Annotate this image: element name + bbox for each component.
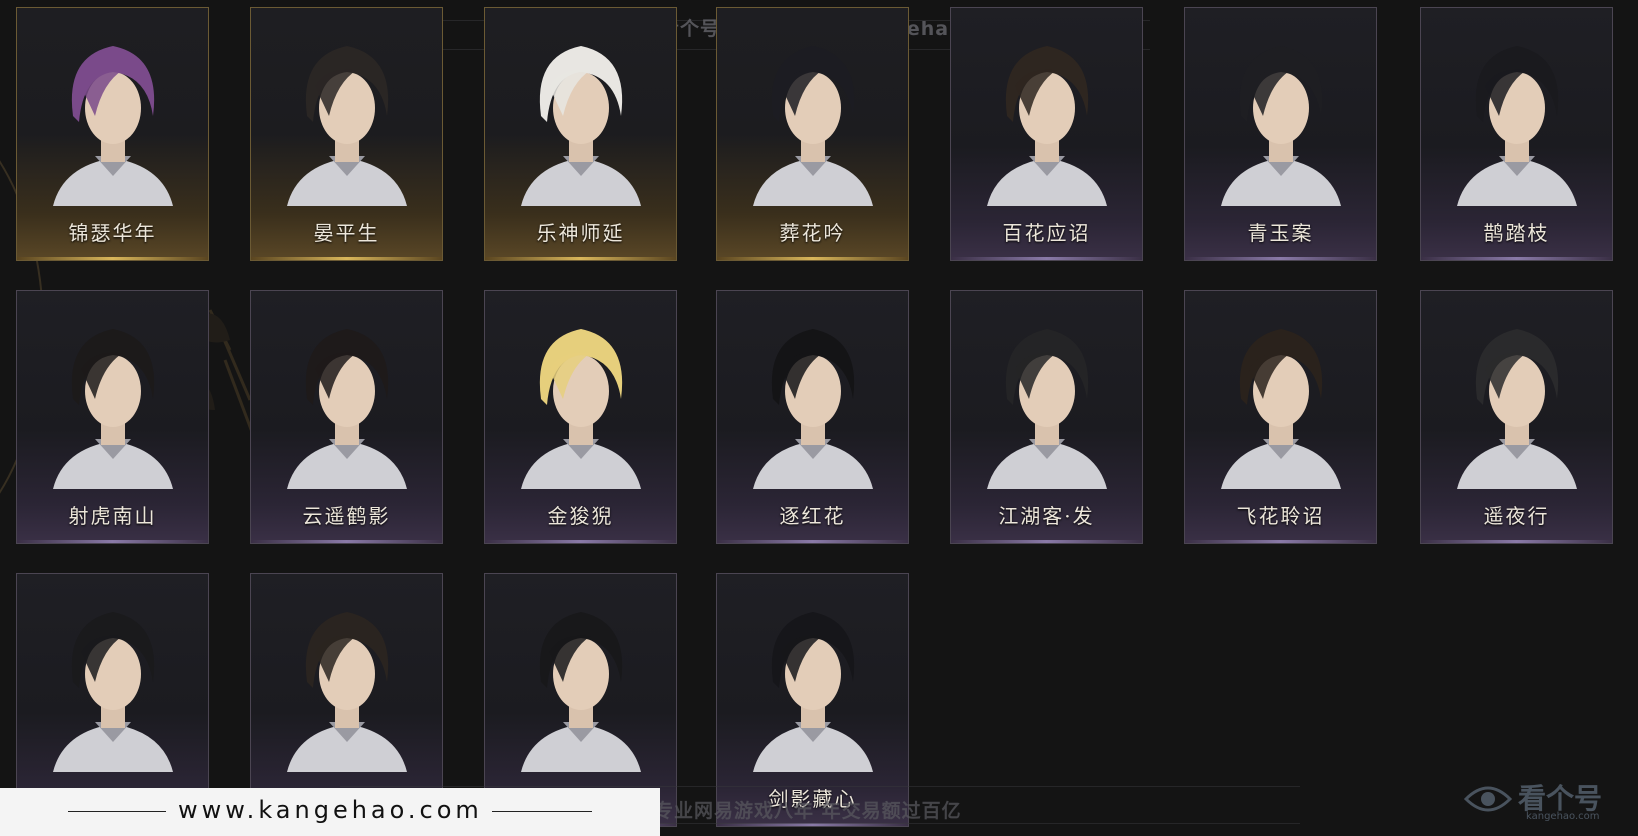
hairstyle-card[interactable]: 青玉案 — [1184, 7, 1377, 261]
hairstyle-name: 百花应诏 — [1002, 221, 1091, 245]
hairstyle-name: 金狻猊 — [547, 504, 614, 528]
hairstyle-card[interactable]: 遥夜行 — [1420, 290, 1613, 544]
divider — [492, 811, 592, 812]
hairstyle-name: 云遥鹤影 — [302, 504, 391, 528]
rarity-bar — [17, 257, 208, 260]
hairstyle-name: 逐红花 — [779, 504, 846, 528]
brand-domain: kangehao.com — [1526, 811, 1600, 822]
rarity-bar — [485, 540, 676, 543]
hairstyle-card[interactable]: 晏平生 — [250, 7, 443, 261]
character-portrait — [521, 329, 641, 489]
rarity-bar — [251, 257, 442, 260]
footer-banner: www.kangehao.com — [0, 788, 660, 836]
character-portrait — [753, 612, 873, 772]
hairstyle-card[interactable]: 飞花聆诏 — [1184, 290, 1377, 544]
character-portrait — [53, 329, 173, 489]
character-portrait — [1221, 46, 1341, 206]
hairstyle-grid: 锦瑟华年 晏平生 乐神师延 葬花吟 百花应诏 青玉案 鹊踏枝射虎南山 云遥鹤影 金狻猊 逐红花 江湖… — [0, 0, 1638, 836]
hairstyle-card[interactable]: 逐红花 — [716, 290, 909, 544]
hairstyle-card[interactable]: 百花应诏 — [950, 7, 1143, 261]
hairstyle-card[interactable]: 江湖客·发 — [950, 290, 1143, 544]
character-portrait — [521, 612, 641, 772]
character-portrait — [521, 46, 641, 206]
character-portrait — [287, 46, 407, 206]
hairstyle-card[interactable]: 葬花吟 — [716, 7, 909, 261]
hairstyle-name: 乐神师延 — [536, 221, 625, 245]
character-portrait — [287, 329, 407, 489]
character-portrait — [1221, 329, 1341, 489]
hairstyle-card[interactable]: 射虎南山 — [16, 290, 209, 544]
character-portrait — [1457, 329, 1577, 489]
hairstyle-card[interactable]: 锦瑟华年 — [16, 7, 209, 261]
hairstyle-name: 遥夜行 — [1483, 504, 1550, 528]
rarity-bar — [1185, 540, 1376, 543]
rarity-bar — [485, 257, 676, 260]
hairstyle-card[interactable]: 鹊踏枝 — [1420, 7, 1613, 261]
hairstyle-name: 江湖客·发 — [998, 504, 1095, 528]
rarity-bar — [1421, 257, 1612, 260]
hairstyle-name: 锦瑟华年 — [68, 221, 157, 245]
character-portrait — [987, 329, 1107, 489]
rarity-bar — [951, 540, 1142, 543]
hairstyle-name: 射虎南山 — [68, 504, 157, 528]
rarity-bar — [1421, 540, 1612, 543]
hairstyle-name: 青玉案 — [1247, 221, 1314, 245]
footer-url[interactable]: www.kangehao.com — [178, 796, 483, 824]
hairstyle-card[interactable]: 金狻猊 — [484, 290, 677, 544]
rarity-bar — [717, 540, 908, 543]
character-portrait — [53, 612, 173, 772]
brand-logo: 看个号 kangehao.com — [1462, 775, 1632, 825]
character-portrait — [753, 46, 873, 206]
rarity-bar — [1185, 257, 1376, 260]
hairstyle-name: 晏平生 — [313, 221, 380, 245]
rarity-bar — [951, 257, 1142, 260]
character-portrait — [1457, 46, 1577, 206]
divider — [68, 811, 166, 812]
hairstyle-card[interactable]: 云遥鹤影 — [250, 290, 443, 544]
character-portrait — [753, 329, 873, 489]
rarity-bar — [251, 540, 442, 543]
hairstyle-name: 葬花吟 — [779, 221, 846, 245]
hairstyle-card[interactable]: 乐神师延 — [484, 7, 677, 261]
hairstyle-name: 鹊踏枝 — [1483, 221, 1550, 245]
eye-icon — [1463, 786, 1513, 812]
character-portrait — [53, 46, 173, 206]
character-portrait — [287, 612, 407, 772]
character-portrait — [987, 46, 1107, 206]
rarity-bar — [17, 540, 208, 543]
hairstyle-name: 飞花聆诏 — [1236, 504, 1325, 528]
rarity-bar — [717, 257, 908, 260]
